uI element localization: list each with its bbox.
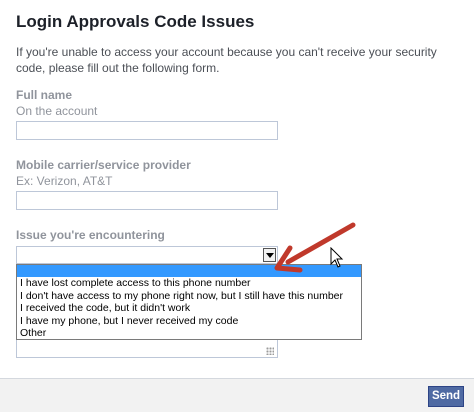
carrier-hint: Ex: Verizon, AT&T	[16, 174, 113, 188]
carrier-label: Mobile carrier/service provider	[16, 158, 191, 172]
issue-label: Issue you're encountering	[16, 228, 165, 242]
issue-option-other[interactable]: Other	[17, 327, 361, 340]
mouse-pointer-icon	[330, 247, 344, 268]
issue-option-no-phone-now[interactable]: I don't have access to my phone right no…	[17, 290, 361, 303]
send-button[interactable]: Send	[428, 386, 464, 407]
issue-option-lost-access[interactable]: I have lost complete access to this phon…	[17, 277, 361, 290]
form-intro: If you're unable to access your account …	[16, 45, 437, 75]
issue-option-code-didnt-work[interactable]: I received the code, but it didn't work	[17, 302, 361, 315]
annotation-arrow-icon	[274, 222, 356, 273]
issue-option-never-received[interactable]: I have my phone, but I never received my…	[17, 315, 361, 328]
resize-grip-icon[interactable]	[266, 347, 274, 355]
full-name-hint: On the account	[16, 104, 98, 118]
details-textarea[interactable]	[16, 340, 278, 358]
carrier-input[interactable]	[16, 191, 278, 210]
issue-select[interactable]	[16, 246, 278, 264]
form-title: Login Approvals Code Issues	[16, 12, 255, 31]
form-footer: Send	[0, 378, 474, 412]
full-name-input[interactable]	[16, 121, 278, 140]
full-name-label: Full name	[16, 88, 73, 102]
